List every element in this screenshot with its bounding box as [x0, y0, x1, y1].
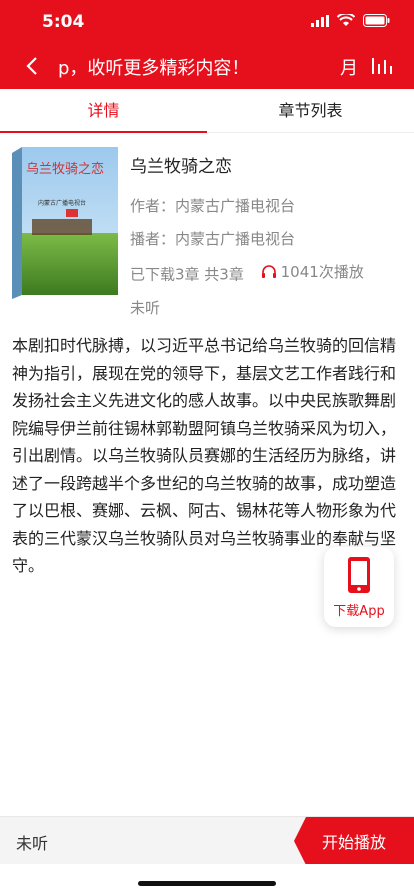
headphones-icon	[261, 264, 276, 278]
chevron-left-icon	[26, 57, 37, 75]
signal-icon	[311, 14, 329, 27]
download-app-button[interactable]: 下载App	[324, 547, 394, 627]
play-count: 1041次播放	[261, 261, 364, 282]
phone-icon	[348, 556, 370, 593]
back-button[interactable]	[20, 52, 44, 80]
home-indicator-area	[0, 864, 414, 896]
author-value: 内蒙古广播电视台	[175, 197, 296, 215]
cover-title-text: 乌兰牧骑之恋	[26, 161, 104, 177]
marquee-banner: p，收听更多精彩内容！	[58, 58, 250, 79]
listen-state: 未听	[130, 298, 161, 317]
author-label: 作者：	[130, 197, 176, 215]
bottom-listen-state: 未听	[16, 834, 49, 853]
header: 5:04 p，收听更多精彩内容！ 月	[0, 0, 414, 89]
playing-bars-icon[interactable]	[370, 54, 394, 78]
status-bar: 5:04	[0, 0, 414, 44]
bottom-bar: 未听 开始播放	[0, 816, 414, 865]
narrator-row: 播者：内蒙古广播电视台	[130, 228, 364, 249]
narrator-value: 内蒙古广播电视台	[175, 230, 296, 248]
nav-bar: p，收听更多精彩内容！ 月	[0, 44, 414, 89]
start-play-button[interactable]: 开始播放	[294, 817, 414, 865]
book-description: 本剧扣时代脉搏，以习近平总书记给乌兰牧骑的回信精神为指引，展现在党的领导下，基层…	[12, 336, 397, 575]
play-count-text: 1041次播放	[280, 263, 364, 281]
stats-row: 已下载3章 共3章 1041次播放	[130, 261, 364, 285]
book-title: 乌兰牧骑之恋	[130, 157, 232, 177]
battery-icon	[363, 14, 390, 27]
tab-bar: 详情 章节列表	[0, 89, 414, 133]
tab-details[interactable]: 详情	[0, 89, 207, 133]
book-meta: 乌兰牧骑之恋 作者：内蒙古广播电视台 播者：内蒙古广播电视台 已下载3章 共3章…	[130, 152, 364, 330]
author-row: 作者：内蒙古广播电视台	[130, 195, 364, 216]
nav-right-glyph[interactable]: 月	[340, 54, 358, 80]
tab-chapter-list[interactable]: 章节列表	[207, 89, 414, 132]
wifi-icon	[337, 14, 355, 26]
narrator-label: 播者：	[130, 230, 176, 248]
cover-subtitle-text: 内蒙古广播电视台	[38, 199, 86, 207]
status-time: 5:04	[42, 12, 85, 32]
status-icons	[311, 14, 390, 27]
home-indicator[interactable]	[138, 881, 276, 886]
book-cover: 乌兰牧骑之恋 内蒙古广播电视台	[12, 147, 118, 299]
download-app-label: 下载App	[333, 603, 385, 619]
download-count: 已下载3章 共3章	[130, 265, 244, 284]
